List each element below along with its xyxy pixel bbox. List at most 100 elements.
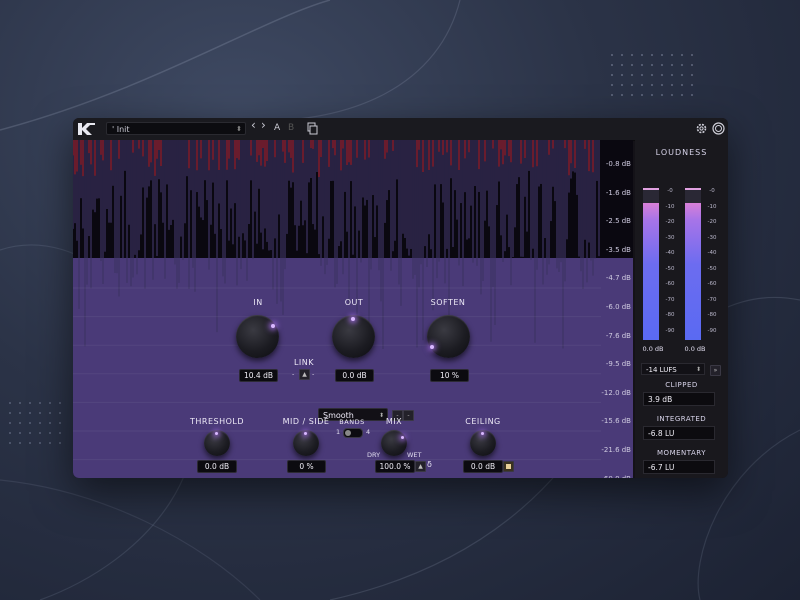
clipped-value: 3.9 dB — [643, 392, 715, 406]
db-scale-label: -2.5 dB — [605, 217, 631, 226]
ab-a-button[interactable]: A — [274, 122, 280, 135]
meter-right-value: 0.0 dB — [684, 345, 706, 353]
meter-scale-tick: -30 — [665, 234, 675, 241]
momentary-value: -6.7 LU — [643, 460, 715, 474]
meter-scale-tick: -20 — [665, 219, 675, 225]
db-scale-label: -3.5 dB — [605, 245, 631, 254]
preset-dropdown-icon: ⬍ — [236, 125, 242, 133]
power-icon[interactable] — [711, 121, 726, 136]
ab-b-button[interactable]: B — [288, 122, 294, 135]
meter-scale-tick: -80 — [665, 312, 675, 318]
target-reset-button[interactable]: » — [710, 365, 721, 376]
mix-dry-label: DRY — [367, 451, 381, 459]
meter-scale-tick: -0 — [709, 188, 715, 194]
copy-icon[interactable] — [305, 121, 320, 136]
db-scale-label: -9.5 dB — [605, 360, 631, 369]
threshold-knob-indicator — [215, 432, 218, 435]
meter-scale-tick: -0 — [667, 188, 673, 194]
out-label: OUT — [344, 298, 364, 307]
meter-scale-tick: -10 — [665, 203, 675, 210]
loudness-panel: LOUDNESS -0 -10 -20 -30 -40 -50 -60 -70 -80 -90 -… — [635, 140, 728, 478]
threshold-label: THRESHOLD — [189, 417, 245, 426]
in-value[interactable]: 10.4 dB — [239, 369, 278, 382]
ceiling-value[interactable]: 0.0 dB — [463, 460, 503, 473]
ceiling-label: CEILING — [465, 417, 501, 426]
meter-scale-tick: -70 — [665, 296, 675, 303]
db-scale-label: -6.0 dB — [605, 303, 631, 311]
db-scale-label: -7.6 dB — [605, 331, 631, 340]
target-dropdown-icon: ⬍ — [695, 366, 701, 373]
meter-scale-tick: -80 — [707, 312, 717, 318]
clipped-label: CLIPPED — [665, 381, 698, 389]
mix-knob[interactable] — [381, 430, 407, 456]
meter-scale-tick: -40 — [707, 250, 717, 256]
delta-button[interactable]: δ — [427, 460, 432, 469]
soften-label: SOFTEN — [430, 298, 466, 307]
mix-value[interactable]: 100.0 % — [375, 460, 415, 473]
mix-lock-button[interactable]: ▲ — [415, 461, 426, 472]
meter-scale-tick: -60 — [707, 281, 717, 287]
midside-knob-indicator — [304, 432, 307, 435]
meter-right — [685, 188, 701, 340]
loudness-title: LOUDNESS — [655, 148, 708, 157]
meter-left — [643, 188, 659, 340]
bands-min: 1 — [336, 428, 341, 436]
waveform-display: -0.8 dB -1.6 dB -2.5 dB -3.5 dB -4.7 dB -6.0 … — [73, 140, 633, 478]
ceiling-knob[interactable] — [470, 430, 496, 456]
soften-knob-indicator — [430, 345, 434, 349]
meter-scale-tick: -90 — [665, 327, 675, 334]
meter-scale-tick: -30 — [707, 234, 717, 241]
next-preset-button[interactable]: › — [261, 119, 266, 132]
link-toggle[interactable]: ▲ — [299, 369, 310, 380]
meter-left-fill — [643, 203, 659, 340]
meter-scale-tick: -50 — [665, 265, 675, 272]
ceiling-knob-indicator — [481, 432, 484, 435]
meter-left-peak — [643, 188, 659, 190]
target-selector[interactable]: -14 LUFS ⬍ — [641, 363, 705, 375]
link-minus: - — [292, 370, 295, 378]
out-value[interactable]: 0.0 dB — [335, 369, 374, 382]
link-plus: - — [312, 370, 315, 378]
bands-max: 4 — [366, 428, 371, 436]
mix-knob-indicator — [401, 436, 404, 439]
mix-wet-label: WET — [407, 451, 422, 459]
meter-scale-tick: -50 — [707, 265, 717, 272]
threshold-knob[interactable] — [204, 430, 230, 456]
in-label: IN — [253, 298, 263, 307]
soften-value[interactable]: 10 % — [430, 369, 469, 382]
meter-scale-tick: -90 — [707, 327, 717, 334]
toolbar: ' Init ⬍ ‹ › A B — [73, 118, 728, 141]
midside-knob[interactable] — [293, 430, 319, 456]
meter-scale-tick: -20 — [707, 219, 717, 225]
integrated-label: INTEGRATED — [656, 415, 707, 423]
threshold-value[interactable]: 0.0 dB — [197, 460, 237, 473]
preset-selector[interactable]: ' Init ⬍ — [106, 122, 246, 135]
plugin-window: ' Init ⬍ ‹ › A B -0.8 dB -1.6 dB -2.5 dB -3… — [73, 118, 728, 478]
soften-knob[interactable] — [427, 315, 470, 358]
prev-preset-button[interactable]: ‹ — [251, 119, 256, 132]
meter-right-peak — [685, 188, 701, 190]
target-value: -14 LUFS — [646, 366, 677, 374]
meter-right-fill — [685, 203, 701, 340]
bands-label: BANDS — [339, 418, 365, 426]
mix-label: MIX — [385, 417, 403, 426]
out-knob[interactable] — [332, 315, 375, 358]
ceiling-button[interactable] — [503, 461, 514, 472]
meter-scale-tick: -60 — [665, 281, 675, 287]
midside-value[interactable]: 0 % — [287, 460, 326, 473]
meter-scale-tick: -70 — [707, 296, 717, 303]
out-knob-indicator — [351, 317, 355, 321]
meter-scale-tick: -40 — [665, 250, 675, 256]
midside-label: MID / SIDE — [282, 417, 330, 426]
meter-scale-tick: -10 — [707, 203, 717, 210]
db-scale-label: -0.8 dB — [605, 160, 631, 168]
momentary-label: MOMENTARY — [657, 449, 706, 457]
meter-left-value: 0.0 dB — [642, 345, 664, 353]
bands-toggle[interactable] — [343, 428, 363, 438]
db-scale-label: -15.6 dB — [601, 417, 631, 426]
db-scale-label: -60.0 dB — [597, 475, 633, 478]
in-knob[interactable] — [236, 315, 279, 358]
db-scale-label: -21.6 dB — [601, 446, 631, 454]
preset-name: ' Init — [112, 125, 130, 134]
gear-icon[interactable] — [694, 121, 709, 136]
